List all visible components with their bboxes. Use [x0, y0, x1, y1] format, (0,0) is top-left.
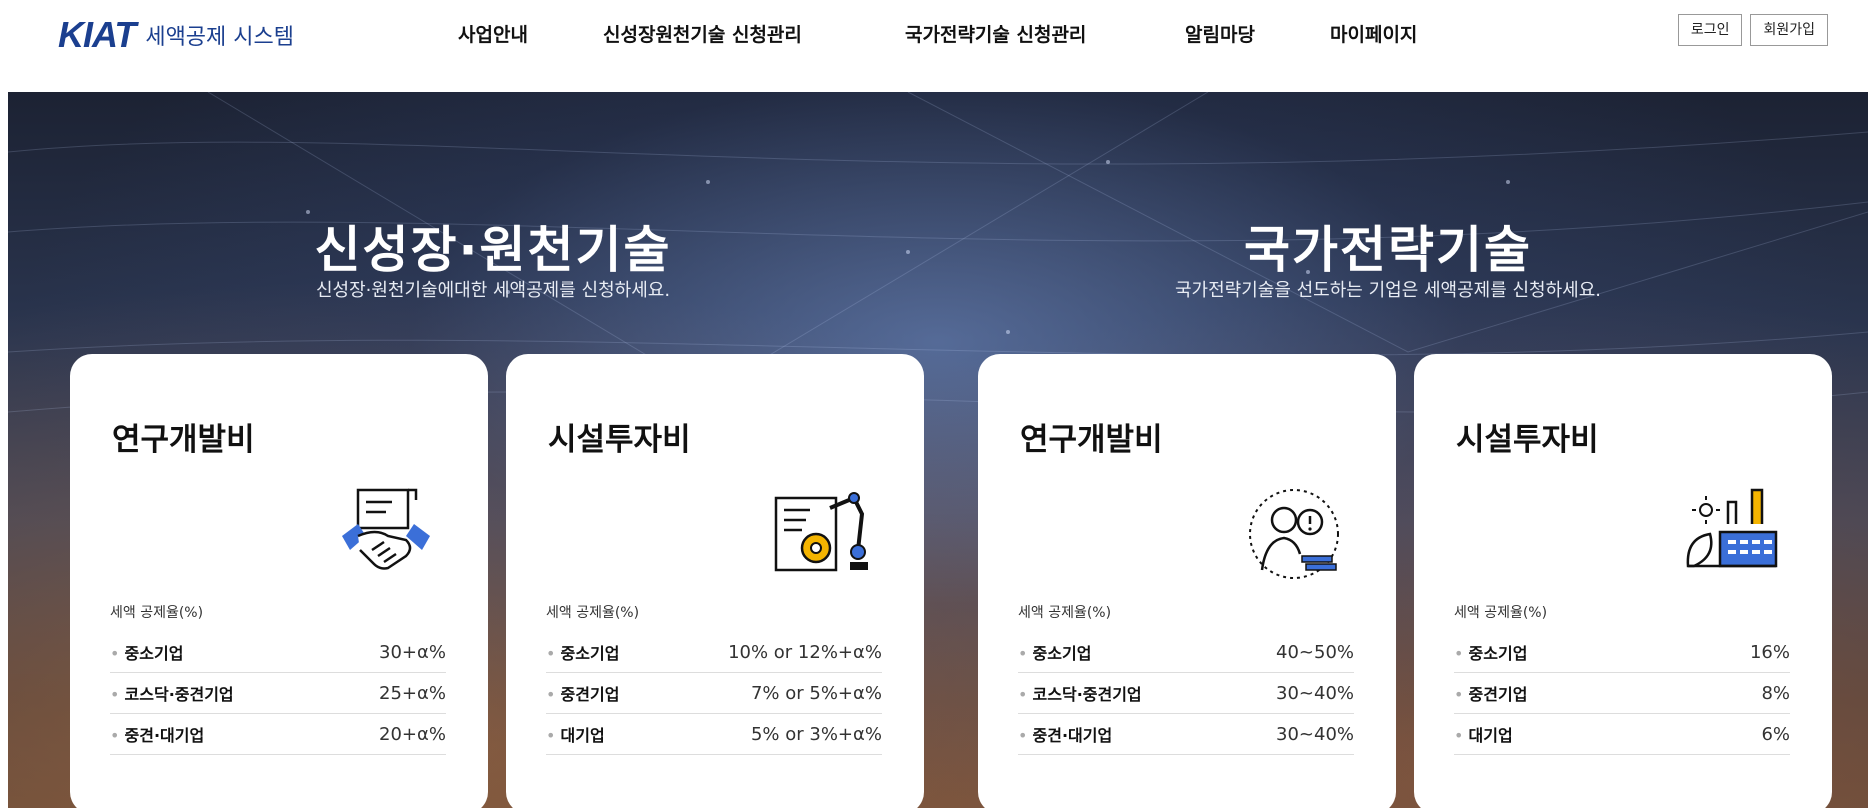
row-label: 중견기업 [546, 681, 620, 705]
logo-subtitle: 세액공제 시스템 [145, 25, 295, 50]
row-value: 5% or 3%+α% [750, 723, 882, 745]
row-label: 중소기업 [546, 640, 620, 664]
card-title: 시설투자비 [1456, 422, 1599, 458]
rate-label: 세액 공제율(%) [1018, 605, 1112, 621]
row-value: 10% or 12%+α% [728, 641, 882, 663]
table-row: 중소기업 30+α% [110, 632, 446, 673]
nav-item-new-growth-apply[interactable]: 신성장원천기술 신청관리 [603, 20, 905, 47]
row-label: 코스닥·중견기업 [110, 681, 234, 705]
rate-label: 세액 공제율(%) [546, 605, 640, 621]
logo[interactable]: KIAT 세액공제 시스템 [58, 14, 294, 56]
row-label: 중소기업 [110, 640, 184, 664]
row-label: 중견·대기업 [1018, 722, 1113, 746]
card-national-strategy-facility[interactable]: 시설투자비 세액 공제율(%) 중소기업 16% 중견기업 8% 대기업 6% [1414, 354, 1832, 808]
table-row: 중소기업 16% [1454, 632, 1790, 673]
site-header: KIAT 세액공제 시스템 사업안내 신성장원천기술 신청관리 국가전략기술 신… [0, 0, 1868, 78]
table-row: 중견기업 7% or 5%+α% [546, 673, 882, 714]
signup-button[interactable]: 회원가입 [1750, 14, 1828, 46]
row-label: 중견·대기업 [110, 722, 205, 746]
row-value: 20+α% [379, 723, 446, 745]
rate-label: 세액 공제율(%) [1454, 605, 1548, 621]
table-row: 중견·대기업 30~40% [1018, 714, 1354, 755]
table-row: 중견·대기업 20+α% [110, 714, 446, 755]
handshake-contract-icon [342, 488, 430, 570]
table-row: 코스닥·중견기업 25+α% [110, 673, 446, 714]
row-label: 대기업 [1454, 722, 1513, 746]
rate-label: 세액 공제율(%) [110, 605, 204, 621]
row-label: 코스닥·중견기업 [1018, 681, 1142, 705]
card-new-growth-rnd[interactable]: 연구개발비 세액 공제율(%) 중소기업 30+α% 코스닥·중견기업 25+α% … [70, 354, 488, 808]
auth-buttons: 로그인 회원가입 [1670, 14, 1828, 46]
card-title: 시설투자비 [548, 422, 691, 458]
card-national-strategy-rnd[interactable]: 연구개발비 세액 공제율(%) 중소기업 40~50% 코스닥·중견기업 30~40… [978, 354, 1396, 808]
row-value: 8% [1761, 682, 1790, 704]
table-row: 중소기업 10% or 12%+α% [546, 632, 882, 673]
row-value: 30~40% [1276, 682, 1354, 704]
row-label: 중소기업 [1018, 640, 1092, 664]
card-title: 연구개발비 [1020, 422, 1163, 458]
section-title-new-growth: 신성장·원천기술 [314, 221, 672, 279]
table-row: 중소기업 40~50% [1018, 632, 1354, 673]
card-new-growth-facility[interactable]: 시설투자비 세액 공제율(%) 중소기업 10% or 12%+α% 중견기업 7%… [506, 354, 924, 808]
row-label: 중견기업 [1454, 681, 1528, 705]
row-label: 대기업 [546, 722, 605, 746]
rate-table: 중소기업 30+α% 코스닥·중견기업 25+α% 중견·대기업 20+α% [110, 632, 446, 755]
rate-table: 중소기업 40~50% 코스닥·중견기업 30~40% 중견·대기업 30~40% [1018, 632, 1354, 755]
row-value: 7% or 5%+α% [750, 682, 882, 704]
row-value: 30~40% [1276, 723, 1354, 745]
table-row: 코스닥·중견기업 30~40% [1018, 673, 1354, 714]
robot-arm-gear-icon [774, 492, 868, 572]
section-title-national-strategy: 국가전략기술 [1244, 221, 1532, 279]
section-subtitle-new-growth: 신성장·원천기술에대한 세액공제를 신청하세요. [315, 280, 671, 301]
nav-item-business-info[interactable]: 사업안내 [458, 20, 603, 47]
row-value: 6% [1761, 723, 1790, 745]
row-value: 30+α% [379, 641, 446, 663]
row-value: 25+α% [379, 682, 446, 704]
table-row: 대기업 5% or 3%+α% [546, 714, 882, 755]
researcher-idea-icon [1249, 489, 1339, 579]
row-value: 40~50% [1276, 641, 1354, 663]
nav-item-notice[interactable]: 알림마당 [1185, 20, 1330, 47]
table-row: 중견기업 8% [1454, 673, 1790, 714]
factory-plant-icon [1686, 488, 1778, 568]
nav-item-national-strategy-apply[interactable]: 국가전략기술 신청관리 [905, 20, 1185, 47]
login-button[interactable]: 로그인 [1677, 14, 1743, 46]
rate-table: 중소기업 10% or 12%+α% 중견기업 7% or 5%+α% 대기업 5% … [546, 632, 882, 755]
hero-banner: 신성장·원천기술 신성장·원천기술에대한 세액공제를 신청하세요. 국가전략기술… [8, 92, 1868, 808]
row-value: 16% [1749, 641, 1790, 663]
card-title: 연구개발비 [112, 422, 255, 458]
section-subtitle-national-strategy: 국가전략기술을 선도하는 기업은 세액공제를 신청하세요. [1174, 280, 1602, 301]
logo-mark: KIAT [58, 14, 136, 55]
table-row: 대기업 6% [1454, 714, 1790, 755]
main-nav: 사업안내 신성장원천기술 신청관리 국가전략기술 신청관리 알림마당 마이페이지 [458, 20, 1460, 47]
row-label: 중소기업 [1454, 640, 1528, 664]
rate-table: 중소기업 16% 중견기업 8% 대기업 6% [1454, 632, 1790, 755]
nav-item-mypage[interactable]: 마이페이지 [1330, 20, 1460, 47]
